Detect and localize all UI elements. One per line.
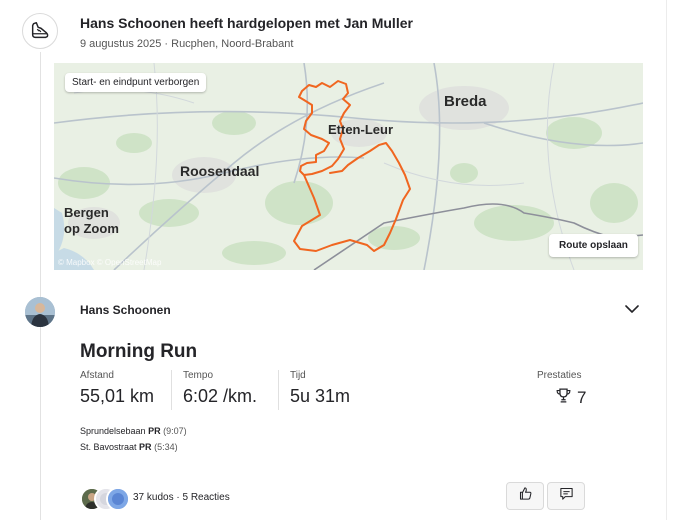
segment-name: St. Bavostraat <box>80 442 137 452</box>
running-shoe-icon <box>22 13 58 49</box>
stat-time: Tijd 5u 31m <box>278 370 350 410</box>
map-place-bergen-line2: op Zoom <box>64 221 119 236</box>
stat-distance: Afstand 55,01 km <box>80 370 154 407</box>
stat-label: Afstand <box>80 370 114 381</box>
segment-effort[interactable]: Sprundelsebaan PR (9:07) <box>80 426 187 436</box>
map-place-etten-leur: Etten-Leur <box>328 122 393 137</box>
achievements-count: 7 <box>577 388 587 407</box>
segment-name: Sprundelsebaan <box>80 426 146 436</box>
group-activity-subtitle: 9 augustus 2025 · Rucphen, Noord-Brabant <box>80 38 294 50</box>
map-place-bergen-op-zoom: Bergen op Zoom <box>64 205 119 237</box>
trophy-icon <box>555 387 572 409</box>
stat-value: 5u 31m <box>290 386 351 406</box>
give-kudos-button[interactable] <box>506 482 544 510</box>
segment-time: (5:34) <box>154 442 178 452</box>
chevron-down-icon[interactable] <box>622 301 642 317</box>
achievements-label: Prestaties <box>537 370 582 381</box>
group-activity-title[interactable]: Hans Schoonen heeft hardgelopen met Jan … <box>80 15 413 31</box>
save-route-button[interactable]: Route opslaan <box>549 234 638 257</box>
kudos-avatars[interactable] <box>80 487 130 511</box>
stat-value: 55,01 km <box>80 386 155 406</box>
timeline-line <box>40 52 41 520</box>
map-place-breda: Breda <box>444 93 487 110</box>
stat-value: 6:02 /km. <box>183 386 258 406</box>
map-place-roosendaal: Roosendaal <box>180 163 260 179</box>
privacy-notice-badge: Start- en eindpunt verborgen <box>65 73 207 92</box>
comment-icon <box>559 486 574 506</box>
thumbs-up-icon <box>518 486 533 506</box>
pr-badge: PR <box>139 442 152 452</box>
route-map[interactable]: Breda Etten-Leur Roosendaal Bergen op Zo… <box>54 63 643 270</box>
comment-button[interactable] <box>547 482 585 510</box>
segment-effort[interactable]: St. Bavostraat PR (5:34) <box>80 442 178 452</box>
athlete-name[interactable]: Hans Schoonen <box>80 303 171 317</box>
pr-badge: PR <box>148 426 161 436</box>
segment-time: (9:07) <box>163 426 187 436</box>
stat-label: Tijd <box>290 370 306 381</box>
right-divider <box>666 0 667 520</box>
activity-title[interactable]: Morning Run <box>80 341 197 363</box>
map-place-bergen-line1: Bergen <box>64 205 109 220</box>
kudo-avatar <box>106 487 130 511</box>
kudos-comments-count[interactable]: 37 kudos · 5 Reacties <box>133 492 230 503</box>
athlete-avatar[interactable] <box>25 297 55 327</box>
map-attribution[interactable]: © Mapbox © OpenStreetMap <box>58 258 161 267</box>
stat-pace: Tempo 6:02 /km. <box>171 370 257 410</box>
achievements-count-group[interactable]: 7 <box>555 387 586 409</box>
stat-label: Tempo <box>183 370 214 381</box>
